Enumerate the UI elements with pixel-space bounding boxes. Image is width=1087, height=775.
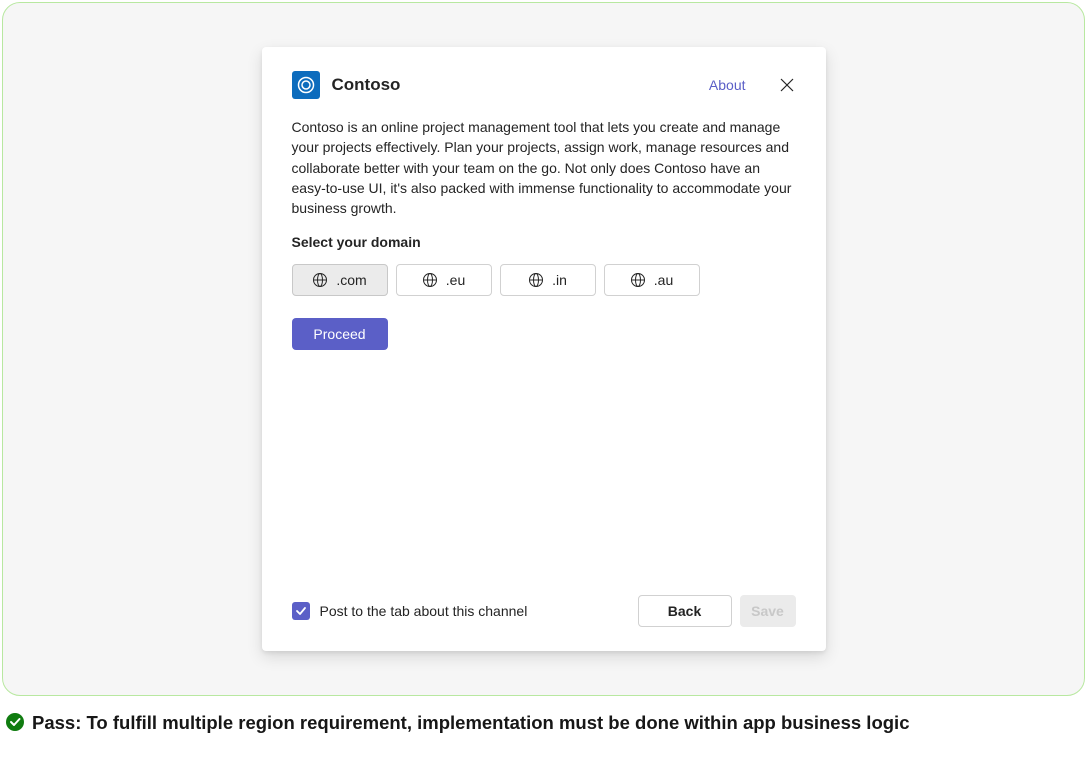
domain-label: .com (336, 272, 366, 288)
checkmark-circle-icon (6, 713, 24, 731)
pass-text: Pass: To fulfill multiple region require… (32, 710, 909, 736)
domain-option-in[interactable]: .in (500, 264, 596, 296)
globe-icon (422, 272, 438, 288)
domain-label: .in (552, 272, 567, 288)
setup-dialog: Contoso About Contoso is an online proje… (262, 47, 826, 651)
domain-label: .au (654, 272, 673, 288)
checkbox-row: Post to the tab about this channel (292, 602, 638, 620)
back-button[interactable]: Back (638, 595, 732, 627)
globe-icon (528, 272, 544, 288)
contoso-logo-icon (296, 75, 316, 95)
domain-option-eu[interactable]: .eu (396, 264, 492, 296)
pass-note: Pass: To fulfill multiple region require… (2, 710, 1085, 736)
app-title: Contoso (332, 75, 697, 95)
close-icon (780, 78, 794, 92)
domain-section-label: Select your domain (292, 234, 796, 250)
app-description: Contoso is an online project management … (292, 117, 796, 218)
dialog-header: Contoso About (292, 71, 796, 99)
outer-frame: Contoso About Contoso is an online proje… (2, 2, 1085, 696)
about-link[interactable]: About (709, 77, 746, 93)
domain-option-com[interactable]: .com (292, 264, 388, 296)
save-button: Save (740, 595, 796, 627)
close-button[interactable] (778, 76, 796, 94)
post-to-tab-checkbox[interactable] (292, 602, 310, 620)
dialog-footer: Post to the tab about this channel Back … (292, 595, 796, 627)
domain-label: .eu (446, 272, 465, 288)
domain-option-au[interactable]: .au (604, 264, 700, 296)
proceed-button[interactable]: Proceed (292, 318, 388, 350)
globe-icon (630, 272, 646, 288)
checkmark-icon (295, 605, 307, 617)
domain-options-row: .com .eu .in (292, 264, 796, 296)
checkbox-label: Post to the tab about this channel (320, 603, 528, 619)
globe-icon (312, 272, 328, 288)
app-logo (292, 71, 320, 99)
